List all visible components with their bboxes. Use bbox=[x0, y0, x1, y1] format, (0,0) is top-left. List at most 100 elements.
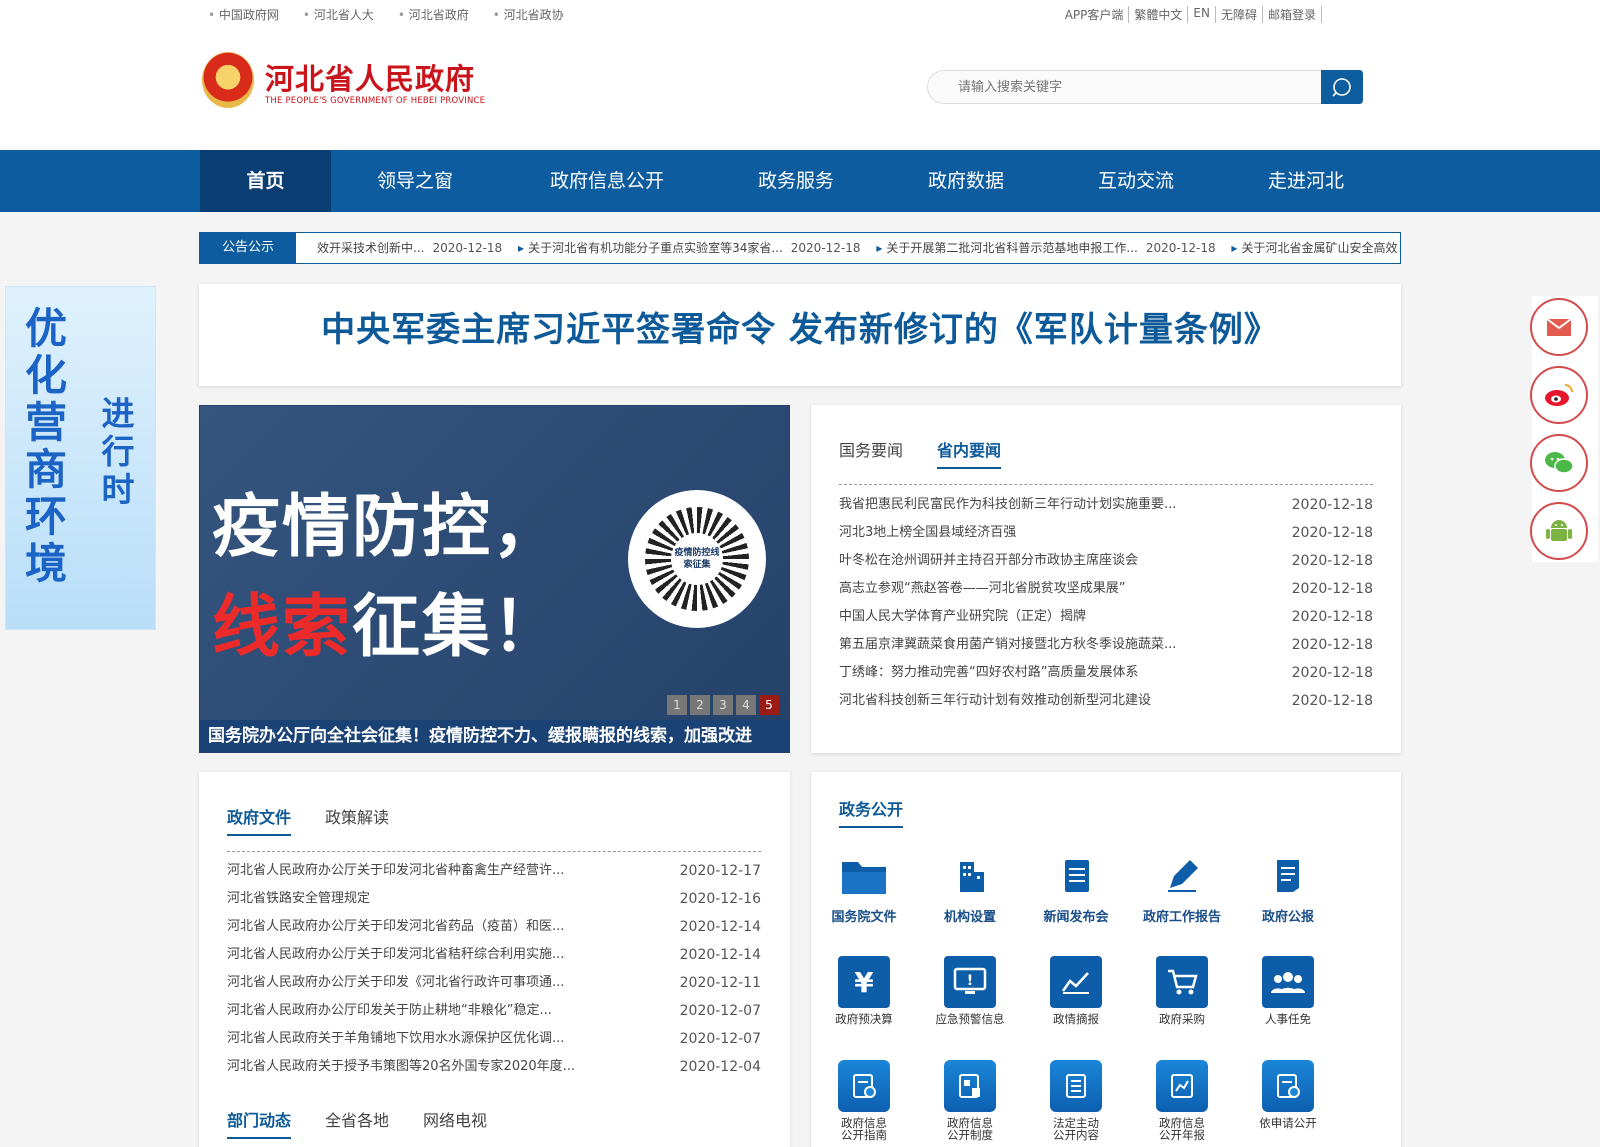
chevron-right-icon: ▸ bbox=[518, 241, 525, 255]
gov-item-work-report[interactable]: 政府工作报告 bbox=[1129, 856, 1235, 925]
app-client-link[interactable]: APP客户端 bbox=[1060, 6, 1130, 23]
weibo-button[interactable] bbox=[1530, 366, 1588, 424]
list-item[interactable]: 河北省人民政府关于羊角铺地下饮用水水源保护区优化调... 2020-12-07 bbox=[227, 1025, 761, 1053]
banner-main-text: 优化营商环境 bbox=[24, 304, 67, 588]
tab-provincial-news[interactable]: 省内要闻 bbox=[937, 437, 1002, 469]
gov-item-press-conference[interactable]: 新闻发布会 bbox=[1023, 856, 1129, 925]
carousel-dot-3[interactable]: 3 bbox=[713, 695, 733, 715]
gov-affairs-tabs: 政务公开 bbox=[839, 796, 904, 828]
business-environment-banner[interactable]: 优化营商环境 进行时 bbox=[5, 286, 156, 630]
list-item[interactable]: 河北省人民政府办公厅关于印发河北省秸秆综合利用实施... 2020-12-14 bbox=[227, 941, 761, 969]
traditional-chinese-link[interactable]: 繁體中文 bbox=[1129, 6, 1189, 23]
document-tabs: 政府文件 政策解读 bbox=[227, 804, 389, 836]
notice-date: 2020-12-18 bbox=[1145, 241, 1216, 255]
nav-about-hebei[interactable]: 走进河北 bbox=[1245, 150, 1367, 212]
news-card: 国务要闻 省内要闻 我省把惠民利民富民作为科技创新三年行动计划实施重要... 20… bbox=[811, 405, 1401, 753]
list-item[interactable]: 河北省人民政府办公厅关于印发河北省种畜禽生产经营许... 2020-12-17 bbox=[227, 857, 761, 885]
department-tabs: 部门动态 全省各地 网络电视 bbox=[227, 1107, 487, 1139]
cart-icon bbox=[1156, 956, 1208, 1008]
carousel-dot-1[interactable]: 1 bbox=[667, 695, 687, 715]
gov-row-1: 国务院文件 机构设置 新闻发布会 政府工作报告 政府公报 bbox=[811, 856, 1401, 925]
gov-item-annual-report[interactable]: 政府信息 公开年报 bbox=[1129, 1060, 1235, 1141]
headline-card: 中央军委主席习近平签署命令 发布新修订的《军队计量条例》 bbox=[199, 284, 1401, 386]
mail-login-link[interactable]: 邮箱登录 bbox=[1263, 6, 1322, 23]
notice-label[interactable]: 公告公示 bbox=[200, 233, 296, 263]
gov-item-request-disclosure[interactable]: 依申请公开 bbox=[1235, 1060, 1341, 1141]
carousel-dot-5[interactable]: 5 bbox=[759, 695, 779, 715]
list-item[interactable]: 我省把惠民利民富民作为科技创新三年行动计划实施重要... 2020-12-18 bbox=[839, 491, 1373, 519]
nav-interaction[interactable]: 互动交流 bbox=[1075, 150, 1197, 212]
gov-item-budget[interactable]: ¥ 政府预决算 bbox=[811, 956, 917, 1025]
list-item[interactable]: 河北省人民政府关于授予韦策图等20名外国专家2020年度... 2020-12-0… bbox=[227, 1053, 761, 1081]
bulletin-icon bbox=[1277, 860, 1299, 892]
tab-department-news[interactable]: 部门动态 bbox=[227, 1107, 292, 1139]
gov-item-gazette[interactable]: 政府公报 bbox=[1235, 856, 1341, 925]
list-item[interactable]: 第五届京津冀蔬菜食用菌产销对接暨北方秋冬季设施蔬菜... 2020-12-18 bbox=[839, 631, 1373, 659]
main-nav: 首页 领导之窗 政府信息公开 政务服务 政府数据 互动交流 走进河北 bbox=[0, 150, 1600, 212]
android-button[interactable] bbox=[1530, 502, 1588, 560]
carousel-caption[interactable]: 国务院办公厅向全社会征集！疫情防控不力、缓报瞒报的线索，加强改进 bbox=[200, 720, 789, 752]
logo-title[interactable]: 河北省人民政府 bbox=[265, 56, 475, 98]
header: 河北省人民政府 THE PEOPLE'S GOVERNMENT OF HEBEI… bbox=[0, 30, 1600, 150]
gov-item-organization[interactable]: 机构设置 bbox=[917, 856, 1023, 925]
nav-leaders[interactable]: 领导之窗 bbox=[350, 150, 480, 212]
folder-icon bbox=[842, 862, 886, 894]
system-doc-icon bbox=[944, 1060, 996, 1112]
carousel-dot-4[interactable]: 4 bbox=[736, 695, 756, 715]
notice-item[interactable]: 关于河北省有机功能分子重点实验室等34家省... bbox=[528, 241, 783, 255]
gov-item-disclosure-system[interactable]: 政府信息 公开制度 bbox=[917, 1060, 1023, 1141]
carousel-image[interactable]: 疫情防控， 线索征集！ 疫情防控线索征集 bbox=[200, 406, 789, 722]
gov-item-disclosure-guide[interactable]: 政府信息 公开指南 bbox=[811, 1060, 917, 1141]
list-item[interactable]: 河北3地上榜全国县域经济百强 2020-12-18 bbox=[839, 519, 1373, 547]
top-right-links: APP客户端 繁體中文 EN 无障碍 邮箱登录 bbox=[1060, 6, 1322, 23]
gov-item-briefing[interactable]: 政情摘报 bbox=[1023, 956, 1129, 1025]
nav-home[interactable]: 首页 bbox=[200, 150, 331, 212]
tab-network-tv[interactable]: 网络电视 bbox=[423, 1107, 487, 1139]
search-input[interactable] bbox=[928, 71, 1318, 103]
list-item[interactable]: 河北省人民政府办公厅关于印发河北省药品（疫苗）和医... 2020-12-14 bbox=[227, 913, 761, 941]
tab-national-news[interactable]: 国务要闻 bbox=[839, 437, 903, 469]
top-link-gov-cn[interactable]: 中国政府网 bbox=[208, 6, 279, 23]
notice-item[interactable]: 关于河北省金属矿山安全高效 bbox=[1241, 241, 1397, 255]
notice-item[interactable]: 效开采技术创新中... bbox=[317, 241, 424, 255]
gov-item-state-council-docs[interactable]: 国务院文件 bbox=[811, 856, 917, 925]
list-item[interactable]: 河北省科技创新三年行动计划有效推动创新型河北建设 2020-12-18 bbox=[839, 687, 1373, 715]
nav-gov-services[interactable]: 政务服务 bbox=[735, 150, 857, 212]
tab-gov-documents[interactable]: 政府文件 bbox=[227, 804, 292, 836]
nav-gov-data[interactable]: 政府数据 bbox=[905, 150, 1027, 212]
list-item[interactable]: 叶冬松在沧州调研并主持召开部分市政协主席座谈会 2020-12-18 bbox=[839, 547, 1373, 575]
top-link-cppcc[interactable]: 河北省政协 bbox=[493, 6, 564, 23]
wechat-button[interactable] bbox=[1530, 434, 1588, 492]
list-item[interactable]: 丁绣峰：努力推动完善“四好农村路”高质量发展体系 2020-12-18 bbox=[839, 659, 1373, 687]
english-link[interactable]: EN bbox=[1188, 6, 1216, 23]
list-item[interactable]: 河北省人民政府办公厅印发关于防止耕地“非粮化”稳定... 2020-12-07 bbox=[227, 997, 761, 1025]
list-item[interactable]: 河北省人民政府办公厅关于印发《河北省行政许可事项通... 2020-12-11 bbox=[227, 969, 761, 997]
top-link-npc[interactable]: 河北省人大 bbox=[303, 6, 374, 23]
accessibility-link[interactable]: 无障碍 bbox=[1216, 6, 1263, 23]
gov-row-2: ¥ 政府预决算 ! 应急预警信息 政情摘报 政府采购 人事任免 bbox=[811, 956, 1401, 1025]
slide-line-2-white: 征集！ bbox=[352, 588, 563, 667]
document-icon bbox=[1065, 860, 1089, 892]
national-emblem-icon[interactable] bbox=[202, 52, 254, 108]
notice-item[interactable]: 关于开展第二批河北省科普示范基地申报工作... bbox=[886, 241, 1137, 255]
gov-item-personnel[interactable]: 人事任免 bbox=[1235, 956, 1341, 1025]
list-item[interactable]: 中国人民大学体育产业研究院（正定）揭牌 2020-12-18 bbox=[839, 603, 1373, 631]
news-list: 我省把惠民利民富民作为科技创新三年行动计划实施重要... 2020-12-18 河… bbox=[839, 491, 1373, 715]
gov-affairs-title[interactable]: 政务公开 bbox=[839, 796, 904, 828]
list-item[interactable]: 河北省铁路安全管理规定 2020-12-16 bbox=[227, 885, 761, 913]
tab-policy-interpretation[interactable]: 政策解读 bbox=[325, 804, 389, 836]
headline-title[interactable]: 中央军委主席习近平签署命令 发布新修订的《军队计量条例》 bbox=[199, 302, 1401, 351]
search-button[interactable] bbox=[1321, 70, 1363, 104]
gov-item-emergency[interactable]: ! 应急预警信息 bbox=[917, 956, 1023, 1025]
slide-line-2-red: 线索 bbox=[212, 588, 353, 667]
gov-item-procurement[interactable]: 政府采购 bbox=[1129, 956, 1235, 1025]
nav-info-disclosure[interactable]: 政府信息公开 bbox=[530, 150, 684, 212]
qr-code-icon: 疫情防控线索征集 bbox=[628, 490, 766, 628]
list-item[interactable]: 高志立参观“燕赵答卷——河北省脱贫攻坚成果展” 2020-12-18 bbox=[839, 575, 1373, 603]
gov-item-statutory-content[interactable]: 法定主动 公开内容 bbox=[1023, 1060, 1129, 1141]
carousel[interactable]: 疫情防控， 线索征集！ 疫情防控线索征集 1 2 3 4 5 国务院办公厅向全社… bbox=[199, 405, 790, 753]
tab-all-regions[interactable]: 全省各地 bbox=[325, 1107, 389, 1139]
top-link-province-gov[interactable]: 河北省政府 bbox=[398, 6, 469, 23]
mail-button[interactable] bbox=[1530, 298, 1588, 356]
carousel-dot-2[interactable]: 2 bbox=[690, 695, 710, 715]
